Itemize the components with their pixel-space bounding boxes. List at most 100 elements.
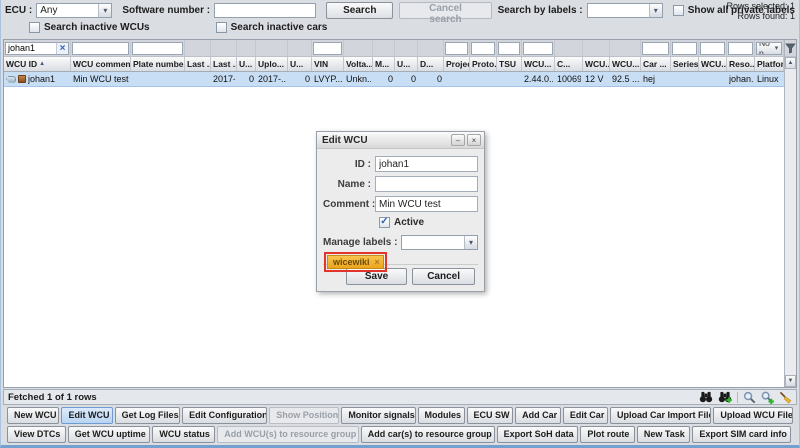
software-number-input[interactable]: [214, 3, 316, 18]
column-header-wcu-18[interactable]: WCU...: [583, 57, 610, 71]
column-header-u-7[interactable]: U...: [288, 57, 312, 71]
action-upload-wcu-file[interactable]: Upload WCU File: [713, 407, 793, 424]
broom-icon[interactable]: [779, 391, 792, 404]
column-filter-wcu-22[interactable]: [700, 42, 725, 55]
column-header-m-10[interactable]: M...: [373, 57, 395, 71]
vertical-scrollbar[interactable]: ▲ ▼: [784, 40, 796, 387]
column-header-d-12[interactable]: D...: [418, 57, 444, 71]
action-monitor-signals[interactable]: Monitor signals: [341, 407, 415, 424]
comment-input[interactable]: [375, 196, 478, 212]
column-header-wcu-id-0[interactable]: WCU ID▲: [4, 57, 71, 71]
filter-cell-proto-14: [470, 40, 497, 56]
action-plot-route[interactable]: Plot route: [580, 426, 635, 443]
column-filter-wcu-16[interactable]: [523, 42, 553, 55]
action-upload-car-import-file[interactable]: Upload Car Import File: [610, 407, 711, 424]
column-filter-plate-number-2[interactable]: [132, 42, 183, 55]
magnifier-add-icon[interactable]: [761, 391, 774, 404]
search-inactive-wcus-checkbox[interactable]: [29, 22, 40, 33]
sort-asc-icon: ▲: [39, 61, 45, 67]
column-filter-wcu-id[interactable]: johan1×: [5, 42, 69, 55]
column-header-c-17[interactable]: C...: [555, 57, 583, 71]
column-header-volta-9[interactable]: Volta...: [344, 57, 373, 71]
action-add-car[interactable]: Add Car: [515, 407, 561, 424]
magnifier-icon[interactable]: [743, 391, 756, 404]
column-header-plate-number-2[interactable]: Plate number: [131, 57, 185, 71]
action-edit-wcu[interactable]: Edit WCU: [61, 407, 112, 424]
manage-labels-select[interactable]: ▾: [401, 235, 478, 250]
action-add-car-s-to-resource-group[interactable]: Add car(s) to resource group: [361, 426, 495, 443]
action-ecu-sw[interactable]: ECU SW: [467, 407, 514, 424]
column-filter-series-21[interactable]: [672, 42, 697, 55]
action-new-task[interactable]: New Task: [637, 426, 690, 443]
id-input[interactable]: [375, 156, 478, 172]
scrollbar-track[interactable]: [785, 69, 796, 375]
chevron-down-icon: ▾: [772, 44, 781, 52]
dialog-titlebar[interactable]: Edit WCU – ×: [317, 132, 484, 149]
label-chip-text: wicewiki: [333, 257, 370, 267]
column-header-tsu-15[interactable]: TSU: [497, 57, 522, 71]
wcu-table-row[interactable]: johan1Min WCU test2017-...02017-...0LVYP…: [4, 72, 784, 87]
remove-label-icon[interactable]: ×: [375, 257, 380, 267]
scroll-down-icon[interactable]: ▼: [785, 375, 796, 387]
column-filter-proto-14[interactable]: [471, 42, 495, 55]
preset-filter-dropdown[interactable]: No p...▾: [756, 42, 782, 55]
column-header-platform-24[interactable]: Platform..: [755, 57, 784, 71]
action-modules[interactable]: Modules: [418, 407, 465, 424]
clear-filter-icon[interactable]: ×: [56, 43, 68, 54]
column-header-last-3[interactable]: Last ...: [185, 57, 211, 71]
action-export-soh-data[interactable]: Export SoH data: [497, 426, 579, 443]
column-filter-wcu-comment-1[interactable]: [72, 42, 129, 55]
column-filter-project-13[interactable]: [445, 42, 468, 55]
filter-cell-wcu-19: [610, 40, 641, 56]
action-get-log-files[interactable]: Get Log Files: [115, 407, 181, 424]
filter-cell-wcu-18: [583, 40, 610, 56]
column-header-uplo-6[interactable]: Uplo...: [256, 57, 288, 71]
column-header-wcu-16[interactable]: WCU...: [522, 57, 555, 71]
name-input[interactable]: [375, 176, 478, 192]
column-header-series-21[interactable]: Series: [671, 57, 699, 71]
column-header-project-13[interactable]: Project: [444, 57, 470, 71]
table-filter-row: johan1× No p...▾: [4, 40, 784, 57]
scroll-up-icon[interactable]: ▲: [785, 57, 796, 69]
minimize-icon[interactable]: –: [451, 134, 465, 146]
search-by-labels-select[interactable]: ▾: [587, 3, 663, 18]
column-filter-icon[interactable]: [785, 40, 796, 57]
label-chip[interactable]: wicewiki ×: [327, 255, 384, 269]
column-header-vin-8[interactable]: VIN: [312, 57, 344, 71]
action-view-dtcs[interactable]: View DTCs: [7, 426, 66, 443]
action-get-wcu-uptime[interactable]: Get WCU uptime: [68, 426, 151, 443]
search-inactive-cars-checkbox[interactable]: [216, 22, 227, 33]
action-new-wcu[interactable]: New WCU: [7, 407, 59, 424]
column-header-wcu-22[interactable]: WCU...: [699, 57, 727, 71]
search-button[interactable]: Search: [326, 2, 393, 19]
action-export-sim-card-info[interactable]: Export SIM card info: [692, 426, 791, 443]
cancel-button[interactable]: Cancel: [412, 268, 475, 285]
column-header-car-20[interactable]: Car ...: [641, 57, 671, 71]
rows-selected-count: Rows selected: 1: [726, 1, 795, 11]
column-header-reso-23[interactable]: Reso...: [727, 57, 755, 71]
column-filter-car-20[interactable]: [642, 42, 669, 55]
funnel-icon: [785, 43, 796, 54]
column-filter-reso-23[interactable]: [728, 42, 753, 55]
cell-volta-9: Unkn...: [344, 72, 373, 86]
binoculars-add-icon[interactable]: [718, 391, 732, 403]
column-header-last-4[interactable]: Last ...: [211, 57, 237, 71]
show-all-private-labels-checkbox[interactable]: [673, 5, 684, 16]
column-header-u-5[interactable]: U...: [237, 57, 256, 71]
binoculars-icon[interactable]: [699, 391, 713, 403]
column-header-wcu-19[interactable]: WCU...: [610, 57, 641, 71]
action-wcu-status[interactable]: WCU status: [152, 426, 215, 443]
close-icon[interactable]: ×: [467, 134, 481, 146]
ecu-select[interactable]: Any ▾: [36, 3, 112, 18]
column-header-wcu-comment-1[interactable]: WCU comment: [71, 57, 131, 71]
column-header-proto-14[interactable]: Proto...: [470, 57, 497, 71]
dialog-title: Edit WCU: [322, 135, 449, 146]
active-checkbox[interactable]: ✓: [379, 217, 390, 228]
column-header-u-11[interactable]: U...: [395, 57, 418, 71]
cell-value: LVYP...: [314, 74, 342, 84]
column-filter-vin-8[interactable]: [313, 42, 342, 55]
filter-value: johan1: [8, 43, 56, 53]
action-edit-configuration[interactable]: Edit Configuration: [182, 407, 267, 424]
action-edit-car[interactable]: Edit Car: [563, 407, 608, 424]
column-filter-tsu-15[interactable]: [498, 42, 520, 55]
